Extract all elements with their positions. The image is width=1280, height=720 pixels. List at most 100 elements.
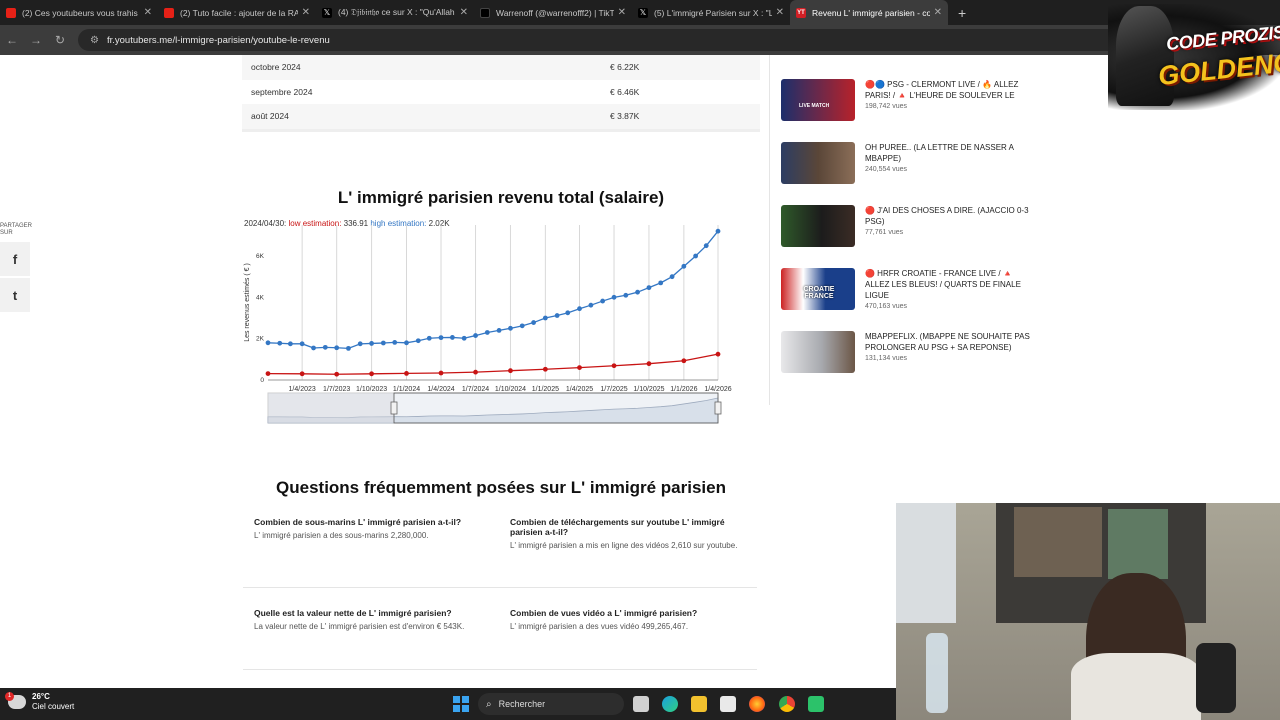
video-thumbnail[interactable] [781,205,855,247]
forward-icon[interactable]: → [24,33,48,47]
close-icon[interactable]: ✕ [934,7,942,18]
video-title[interactable]: OH PUREE.. (LA LETTRE DE NASSER A MBAPPE… [865,142,1035,164]
data-point-low-estimation [542,366,548,372]
data-point-high-estimation [380,340,386,346]
data-point-low-estimation [473,369,478,375]
video-title[interactable]: 🔴 HRFR CROATIE - FRANCE LIVE / 🔺 ALLEZ L… [865,268,1035,301]
data-point-high-estimation [404,340,409,346]
data-point-high-estimation [299,341,305,347]
value-cell: € 6.22K [610,62,640,73]
store-icon[interactable] [720,696,736,712]
file-explorer-icon[interactable] [691,696,707,712]
navigator-handle [390,401,398,415]
video-views: 470,163 vues [865,303,908,310]
close-icon[interactable]: ✕ [302,7,310,18]
browser-tab[interactable]: Warrenoff (@warrenofff2) | TikT ✕ [474,0,632,25]
chrome-icon[interactable] [779,696,795,712]
weather-condition: Ciel couvert [32,702,75,711]
video-thumbnail[interactable] [781,142,855,184]
reload-icon[interactable]: ↻ [48,33,72,47]
back-icon[interactable]: ← [0,33,24,47]
video-views: 131,134 vues [865,355,908,362]
close-icon[interactable]: ✕ [776,7,784,18]
video-card[interactable]: OH PUREE.. (LA LETTRE DE NASSER A MBAPPE… [781,142,1041,186]
webcam-window [896,503,956,623]
share-label: PARTAGER SUR [0,223,33,236]
video-views: 198,742 vues [865,103,908,110]
y-tick-label: 0 [260,377,264,384]
video-views: 77,761 vues [865,229,904,236]
faq-item: Combien de sous-marins L' immigré parisi… [254,517,494,542]
faq-item: Combien de téléchargements sur youtube L… [510,517,750,552]
data-point-high-estimation [357,341,363,347]
firefox-icon[interactable] [749,696,765,712]
youtube-icon [164,7,174,18]
new-tab-button[interactable]: + [958,5,966,21]
data-point-high-estimation [415,338,421,344]
data-point-low-estimation [681,358,687,364]
month-cell: septembre 2024 [251,86,313,97]
video-card[interactable]: 🔴 J'AI DES CHOSES A DIRE. (AJACCIO 0-3 P… [781,205,1041,249]
url-field[interactable]: ⚙ fr.youtubers.me/l-immigre-parisien/you… [78,29,1148,51]
webcam-overlay [896,503,1280,720]
browser-tab[interactable]: (2) Tuto facile : ajouter de la RA ✕ [158,0,316,25]
data-point-high-estimation [693,253,699,259]
revenue-chart[interactable]: 1/4/2023 1/7/2023 1/10/2023 1/1/2024 1/4/202… [238,225,738,425]
tab-title: Revenu L' immigré parisien - co [812,7,930,18]
search-icon: ⌕ [486,698,492,710]
video-thumbnail[interactable]: LIVE MATCH [781,79,855,121]
tiktok-icon [480,7,490,18]
browser-tab-active[interactable]: YT Revenu L' immigré parisien - co ✕ [790,0,948,25]
weather-widget[interactable]: 1 26°C Ciel couvert [5,692,75,712]
close-icon[interactable]: ✕ [618,7,626,18]
video-title[interactable]: 🔴🔵 PSG - CLERMONT LIVE / 🔥 ALLEZ PARIS! … [865,79,1035,101]
data-point-high-estimation [287,341,293,347]
data-point-high-estimation [715,228,721,234]
app-icon[interactable] [808,696,824,712]
faq-answer: L' immigré parisien a mis en ligne des v… [510,541,738,550]
video-thumbnail[interactable]: CROATIE FRANCE [781,268,855,310]
video-title[interactable]: MBAPPEFLIX. (MBAPPE NE SOUHAITE PAS PROL… [865,331,1035,353]
close-icon[interactable]: ✕ [144,7,152,18]
task-view-icon[interactable] [633,696,649,712]
data-point-high-estimation [496,328,502,333]
taskbar-search[interactable]: ⌕ Rechercher [478,693,624,715]
y-tick-label: 2K [256,336,265,343]
data-point-high-estimation [588,302,594,308]
x-tick-label: 1/4/2024 [427,386,454,393]
video-card[interactable]: CROATIE FRANCE 🔴 HRFR CROATIE - FRANCE L… [781,268,1041,312]
navigator-handle [714,401,722,415]
video-card[interactable]: LIVE MATCH 🔴🔵 PSG - CLERMONT LIVE / 🔥 AL… [781,79,1041,123]
x-tick-label: 1/4/2025 [566,386,593,393]
earnings-table: octobre 2024 € 6.22K septembre 2024 € 6.… [242,55,760,132]
video-card[interactable]: MBAPPEFLIX. (MBAPPE NE SOUHAITE PAS PROL… [781,331,1041,375]
tab-title: (4) 𝔇𝔧𝔦𝔟𝔦𝔫𝔥𝔬 ce sur X : "Qu'Allah [338,7,455,17]
data-point-high-estimation [623,292,629,298]
y-axis-label: Les revenus estimés ( € ) [244,263,251,342]
tab-title: (5) L'immigré Parisien sur X : "L [654,7,772,18]
facebook-share-button[interactable]: f [0,242,30,276]
data-point-high-estimation [473,333,478,338]
navigator-mask [268,393,394,423]
y-tick-label: 6K [256,253,265,260]
video-title[interactable]: 🔴 J'AI DES CHOSES A DIRE. (AJACCIO 0-3 P… [865,205,1035,227]
faq-divider [243,587,757,588]
data-point-high-estimation [531,320,536,325]
twitter-share-button[interactable]: t [0,278,30,312]
edge-icon[interactable] [662,696,678,712]
x-tick-label: 1/7/2025 [600,386,627,393]
data-point-low-estimation [334,371,340,377]
browser-tab[interactable]: 𝕏 (5) L'immigré Parisien sur X : "L ✕ [632,0,790,25]
windows-start-icon[interactable] [453,696,469,712]
browser-tab[interactable]: (2) Ces youtubeurs vous trahis ✕ [0,0,158,25]
video-thumbnail[interactable] [781,331,855,373]
site-settings-icon[interactable]: ⚙ [90,35,99,46]
x-tick-label: 1/1/2024 [393,386,420,393]
faq-divider [243,669,757,670]
close-icon[interactable]: ✕ [460,7,468,18]
value-cell: € 3.87K [610,111,640,122]
data-point-high-estimation [554,313,560,318]
browser-tab[interactable]: 𝕏 (4) 𝔇𝔧𝔦𝔟𝔦𝔫𝔥𝔬 ce sur X : "Qu'Allah ✕ [316,0,474,25]
data-point-high-estimation [392,339,398,345]
faq-title: Questions fréquemment posées sur L' immi… [276,478,726,497]
